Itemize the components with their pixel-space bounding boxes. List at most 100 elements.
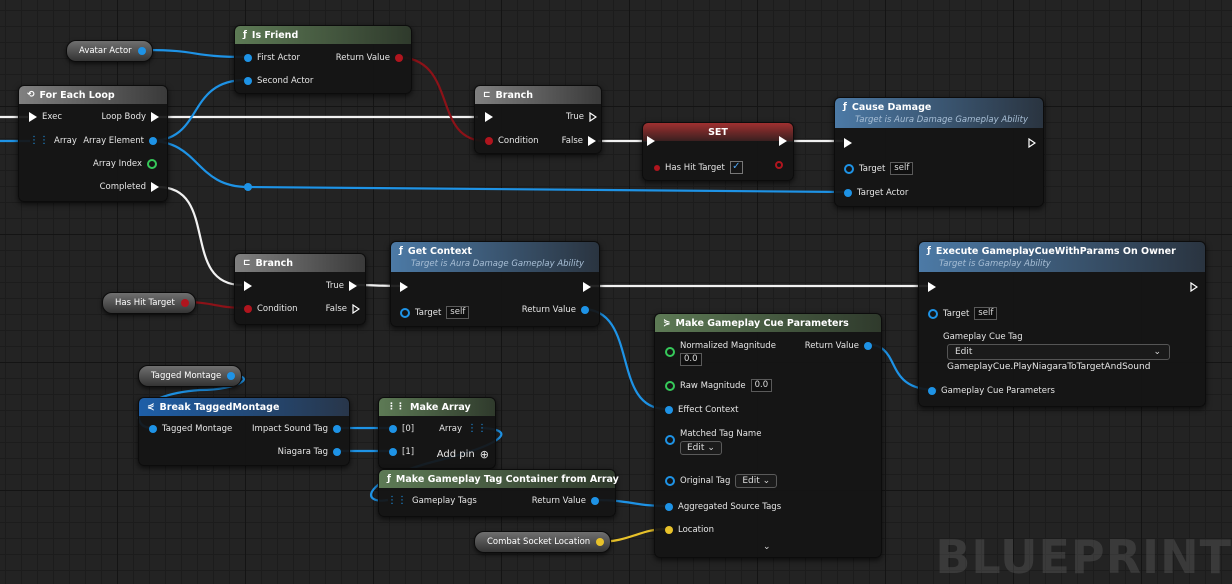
has-hit-target-variable[interactable]: Has Hit Target	[102, 292, 196, 314]
add-pin-button[interactable]: ⊕ Add pin	[437, 448, 489, 461]
is-friend-return-pin[interactable]: Return Value	[336, 53, 403, 63]
tag-container-return-pin[interactable]: Return Value	[532, 496, 599, 506]
branch2-false-pin[interactable]: False	[326, 304, 360, 314]
reroute-node	[244, 183, 252, 191]
break-tagged-montage-input-pin[interactable]: Tagged Montage	[149, 424, 232, 434]
execute-cue-exec-out-pin[interactable]	[1190, 282, 1198, 292]
original-tag-pin[interactable]: Original Tag Edit ⌄	[665, 474, 778, 488]
combat-socket-location-variable[interactable]: Combat Socket Location	[474, 531, 612, 553]
get-context-self-box[interactable]: self	[446, 306, 470, 319]
is-friend-header: ƒ Is Friend	[235, 26, 411, 44]
raw-magnitude-field[interactable]: 0.0	[750, 379, 773, 392]
gameplay-cue-parameters-pin[interactable]: Gameplay Cue Parameters	[928, 386, 1055, 396]
execute-cue-target-pin[interactable]: Target self	[928, 307, 998, 320]
matched-tag-name-pin[interactable]: Matched Tag Name Edit ⌄	[665, 429, 761, 455]
has-hit-target-pin[interactable]	[180, 299, 189, 307]
set-has-hit-target-input[interactable]: Has Hit Target ✓	[654, 161, 743, 174]
make-array-node[interactable]: ⋮⋮ Make Array [0] [1] ⋮⋮ Array ⊕ Add pin	[378, 397, 496, 469]
branch1-title: Branch	[495, 89, 534, 101]
execute-cue-self-box[interactable]: self	[974, 307, 998, 320]
make-gameplay-cue-parameters-node[interactable]: ⋟ Make Gameplay Cue Parameters Normalize…	[654, 313, 882, 558]
break-montage-title: Break TaggedMontage	[159, 401, 280, 413]
array-grid-icon: ⋮⋮	[467, 423, 487, 434]
avatar-actor-variable[interactable]: Avatar Actor	[66, 40, 153, 62]
branch1-exec-in-pin[interactable]	[485, 112, 493, 122]
normalized-magnitude-pin[interactable]: Normalized Magnitude 0.0	[665, 341, 776, 366]
branch1-condition-pin[interactable]: Condition	[485, 136, 539, 146]
first-actor-pin[interactable]: First Actor	[244, 53, 300, 63]
original-tag-edit-button[interactable]: Edit ⌄	[735, 474, 778, 488]
branch-node-1[interactable]: ⊏ Branch Condition True False	[474, 85, 602, 154]
combat-socket-location-label: Combat Socket Location	[487, 537, 591, 547]
normalized-magnitude-field[interactable]: 0.0	[680, 353, 702, 366]
make-array-in1-pin[interactable]: [1]	[389, 447, 414, 457]
expand-chevron-icon[interactable]: ⌄	[763, 542, 771, 552]
for-each-title: For Each Loop	[39, 89, 115, 101]
matched-tag-edit-button[interactable]: Edit ⌄	[680, 441, 722, 455]
avatar-actor-label: Avatar Actor	[79, 46, 132, 56]
make-array-in0-pin[interactable]: [0]	[389, 424, 414, 434]
second-actor-pin[interactable]: Second Actor	[244, 76, 313, 86]
get-context-exec-out-pin[interactable]	[583, 282, 591, 292]
branch-node-2[interactable]: ⊏ Branch Condition True False	[234, 253, 366, 325]
cause-damage-node[interactable]: ƒ Cause Damage Target is Aura Damage Game…	[834, 97, 1044, 207]
for-each-loop-node[interactable]: ⟲ For Each Loop Exec ⋮⋮ Array Loop Body A…	[18, 85, 168, 202]
avatar-actor-pin[interactable]	[137, 47, 146, 55]
cause-damage-exec-out-pin[interactable]	[1028, 138, 1036, 148]
set-exec-in-pin[interactable]	[647, 136, 655, 146]
set-has-hit-target-node[interactable]: SET Has Hit Target ✓	[642, 122, 794, 181]
add-circle-icon: ⊕	[479, 448, 489, 461]
get-context-node[interactable]: ƒ Get Context Target is Aura Damage Gamep…	[390, 241, 600, 327]
set-output-pin[interactable]	[775, 161, 783, 169]
wire-exec-completed	[157, 185, 243, 287]
get-context-return-pin[interactable]: Return Value	[522, 305, 589, 315]
location-pin[interactable]: Location	[665, 525, 714, 535]
cause-damage-exec-in-pin[interactable]	[844, 138, 852, 148]
combat-socket-location-pin[interactable]	[596, 538, 605, 546]
branch2-exec-in-pin[interactable]	[244, 281, 252, 291]
make-tag-container-node[interactable]: ƒ Make Gameplay Tag Container from Array…	[378, 469, 619, 517]
set-title: SET	[708, 126, 728, 138]
loop-body-pin[interactable]: Loop Body	[101, 112, 159, 122]
cause-damage-target-actor-pin[interactable]: Target Actor	[844, 188, 908, 198]
make-array-out-pin[interactable]: ⋮⋮ Array	[439, 423, 487, 435]
cause-damage-target-pin[interactable]: Target self	[844, 162, 914, 175]
array-input-pin[interactable]: ⋮⋮ Array	[29, 135, 77, 147]
branch2-header: ⊏ Branch	[235, 254, 365, 272]
make-cue-params-return-pin[interactable]: Return Value	[805, 341, 872, 351]
branch-icon: ⊏	[483, 90, 491, 100]
function-icon: ƒ	[243, 30, 247, 40]
exec-input-pin[interactable]: Exec	[29, 112, 62, 122]
branch1-false-pin[interactable]: False	[562, 136, 596, 146]
effect-context-pin[interactable]: Effect Context	[665, 405, 738, 415]
break-tagged-montage-node[interactable]: ⋞ Break TaggedMontage Tagged Montage Imp…	[138, 397, 350, 466]
branch1-header: ⊏ Branch	[475, 86, 601, 104]
array-element-pin[interactable]: Array Element	[83, 136, 157, 146]
tagged-montage-label: Tagged Montage	[151, 371, 222, 381]
is-friend-node[interactable]: ƒ Is Friend First Actor Second Actor Ret…	[234, 25, 412, 94]
branch1-true-pin[interactable]: True	[566, 112, 597, 122]
get-context-exec-in-pin[interactable]	[400, 282, 408, 292]
array-grid-icon: ⋮⋮	[29, 135, 49, 146]
gameplay-tags-input-pin[interactable]: ⋮⋮ Gameplay Tags	[387, 496, 477, 507]
array-index-pin[interactable]: Array Index	[93, 159, 157, 169]
impact-sound-tag-pin[interactable]: Impact Sound Tag	[252, 424, 341, 434]
target-self-box[interactable]: self	[890, 162, 914, 175]
set-exec-out-pin[interactable]	[779, 136, 787, 146]
get-context-target-pin[interactable]: Target self	[400, 306, 470, 319]
execute-gameplay-cue-node[interactable]: ƒ Execute GameplayCueWithParams On Owner …	[918, 241, 1206, 407]
gameplay-cue-tag-value: GameplayCue.PlayNiagaraToTargetAndSound	[947, 362, 1151, 372]
gameplay-cue-tag-edit-dropdown[interactable]: Edit ⌄	[947, 344, 1170, 360]
tagged-montage-pin[interactable]	[227, 372, 236, 380]
completed-pin[interactable]: Completed	[100, 182, 159, 192]
niagara-tag-pin[interactable]: Niagara Tag	[278, 447, 341, 457]
raw-magnitude-pin[interactable]: Raw Magnitude 0.0	[665, 379, 773, 392]
make-tag-container-header: ƒ Make Gameplay Tag Container from Array	[379, 470, 619, 488]
branch2-true-pin[interactable]: True	[326, 281, 357, 291]
aggregated-source-tags-pin[interactable]: Aggregated Source Tags	[665, 502, 781, 512]
tagged-montage-variable[interactable]: Tagged Montage	[138, 365, 243, 387]
branch2-condition-pin[interactable]: Condition	[244, 304, 298, 314]
is-friend-title: Is Friend	[251, 29, 299, 41]
has-hit-target-checkbox[interactable]: ✓	[729, 161, 743, 174]
execute-cue-exec-in-pin[interactable]	[928, 282, 936, 292]
